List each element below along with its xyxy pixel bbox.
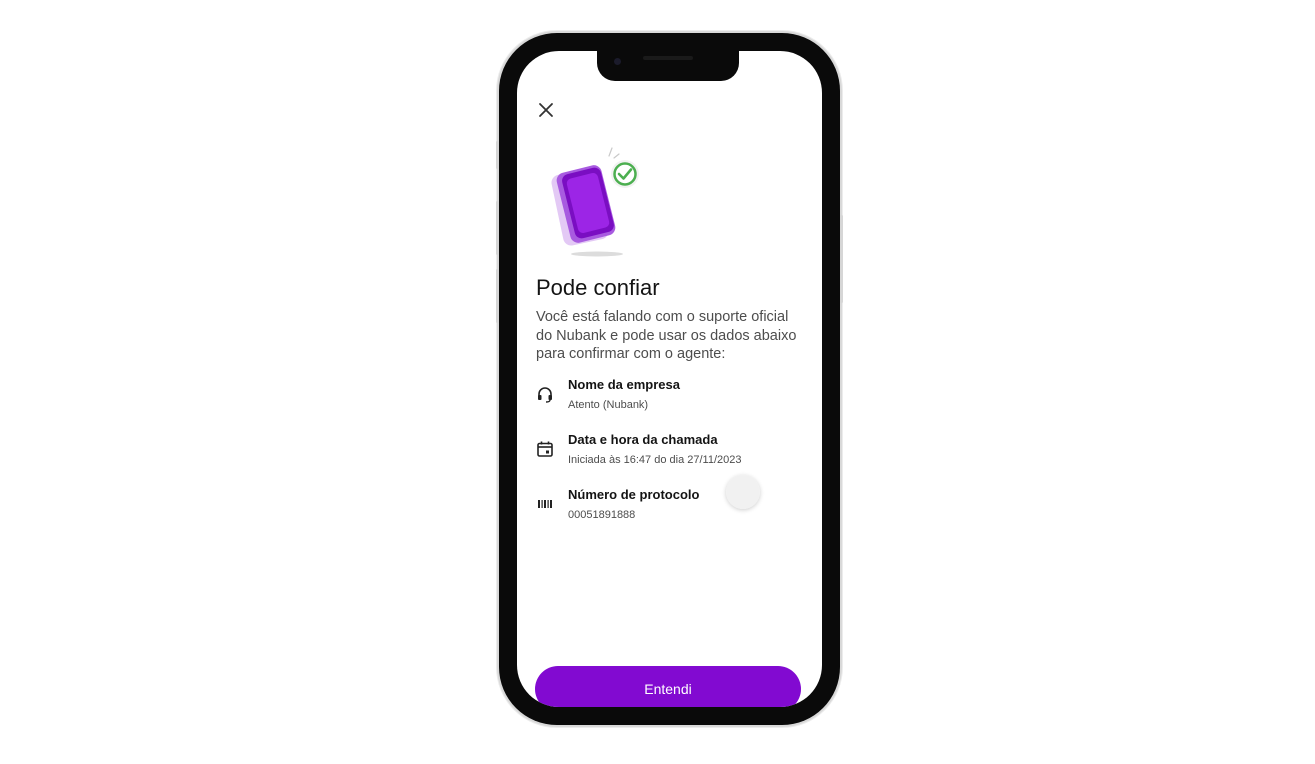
- info-item-title: Data e hora da chamada: [568, 432, 718, 447]
- front-camera: [614, 58, 621, 65]
- calendar-icon: [537, 441, 553, 457]
- side-button: [496, 201, 499, 255]
- notch: [597, 51, 739, 81]
- info-item-title: Número de protocolo: [568, 487, 700, 502]
- close-button[interactable]: [535, 99, 557, 121]
- side-button: [496, 141, 499, 169]
- info-item-value: Atento (Nubank): [568, 399, 649, 411]
- barcode-icon: [538, 500, 552, 508]
- side-button: [496, 269, 499, 323]
- info-item-company: Nome da empresa Atento (Nubank): [536, 377, 816, 417]
- app-screen: Pode confiar Você está falando com o sup…: [517, 51, 822, 707]
- touch-indicator: [726, 475, 760, 509]
- info-item-datetime: Data e hora da chamada Iniciada às 16:47…: [536, 432, 816, 472]
- page-description: Você está falando com o suporte oficial …: [536, 309, 797, 362]
- info-item-value: 00051891888: [568, 509, 636, 521]
- phone-verified-illustration: [547, 136, 647, 266]
- page-title: Pode confiar: [536, 275, 660, 300]
- info-item-value: Iniciada às 16:47 do dia 27/11/2023: [568, 454, 742, 466]
- understood-button[interactable]: Entendi: [535, 666, 801, 707]
- info-item-title: Nome da empresa: [568, 377, 680, 392]
- close-icon: [539, 103, 553, 117]
- phone-frame: Pode confiar Você está falando com o sup…: [496, 33, 843, 725]
- headset-icon: [538, 387, 552, 403]
- speaker: [643, 56, 693, 60]
- side-button: [840, 215, 843, 303]
- info-item-protocol: Número de protocolo 00051891888: [536, 487, 816, 527]
